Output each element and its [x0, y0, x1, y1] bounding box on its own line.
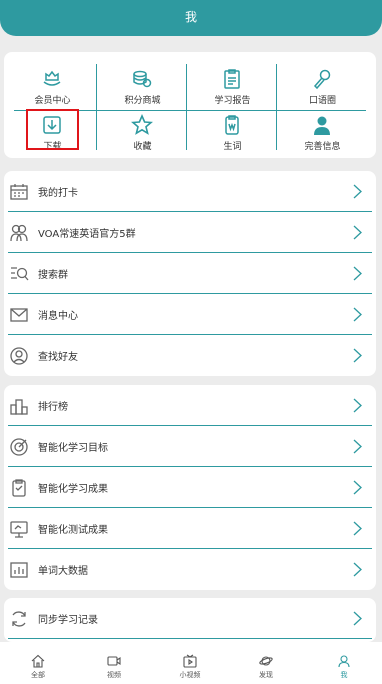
grid-item-label: 生词 [223, 142, 242, 152]
list-section-sync: 同步学习记录 [4, 598, 376, 642]
download-highlight-box [26, 109, 79, 150]
video-icon [107, 656, 121, 666]
list-item-sync-record[interactable]: 同步学习记录 [4, 598, 376, 639]
monitor-icon [10, 521, 28, 538]
list-item-label: 搜索群 [38, 270, 68, 281]
chevron-right-icon [353, 266, 362, 281]
home-icon [31, 654, 45, 668]
tab-short-video[interactable]: 小视频 [152, 642, 228, 684]
list-item-smart-test-result[interactable]: 智能化测试成果 [4, 508, 376, 549]
list-item-label: 排行榜 [38, 402, 68, 413]
find-friend-icon [10, 347, 28, 365]
grid-item-label: 积分商城 [124, 96, 161, 106]
list-section-smart-learning: 排行榜 智能化学习目标 智能化学习成果 智能化测试成果 单词大数据 [4, 385, 376, 590]
chevron-right-icon [353, 611, 362, 626]
chevron-right-icon [353, 480, 362, 495]
grid-item-label: 学习报告 [214, 96, 251, 106]
bottom-tab-bar: 全部 视频 小视频 发现 我 [0, 642, 382, 684]
grid-item-study-report[interactable]: 学习报告 [188, 66, 277, 110]
grid-item-label: 完善信息 [304, 142, 341, 152]
list-section-social: 我的打卡 VOA常速英语官方5群 搜索群 消息中心 查找好友 [4, 171, 376, 376]
crown-hand-icon [43, 70, 61, 86]
list-item-word-big-data[interactable]: 单词大数据 [4, 549, 376, 590]
list-item-label: 智能化学习目标 [38, 443, 108, 454]
page-title: 我 [184, 10, 197, 24]
report-icon [224, 69, 240, 89]
grid-item-points-mall[interactable]: 积分商城 [98, 66, 187, 110]
grid-item-complete-profile[interactable]: 完善信息 [278, 112, 367, 156]
list-item-label: 智能化测试成果 [38, 525, 108, 536]
tab-label: 视频 [107, 671, 121, 679]
sync-icon [12, 611, 26, 627]
tab-all[interactable]: 全部 [0, 642, 76, 684]
target-icon [10, 438, 28, 456]
tab-discover[interactable]: 发现 [228, 642, 304, 684]
tab-me[interactable]: 我 [306, 642, 382, 684]
row-divider [8, 638, 372, 639]
list-item-find-friends[interactable]: 查找好友 [4, 335, 376, 376]
bar-chart-icon [10, 562, 28, 578]
group-icon [10, 224, 28, 242]
list-item-label: 我的打卡 [38, 188, 78, 199]
list-item-label: 查找好友 [38, 352, 78, 363]
list-item-label: 同步学习记录 [38, 615, 98, 626]
ranking-icon [10, 399, 28, 415]
coins-icon [133, 70, 152, 88]
tab-label: 小视频 [179, 671, 201, 679]
top-header: 我 [0, 0, 382, 36]
tab-label: 全部 [31, 671, 45, 679]
grid-item-speaking-circle[interactable]: 口语圈 [278, 66, 367, 110]
grid-item-member-center[interactable]: 会员中心 [8, 66, 97, 110]
list-item-label: 单词大数据 [38, 566, 88, 577]
list-item-label: 消息中心 [38, 311, 78, 322]
chevron-right-icon [353, 398, 362, 413]
grid-item-label: 口语圈 [308, 96, 336, 106]
grid-item-vocabulary[interactable]: 生词 [188, 112, 277, 156]
list-item-label: VOA常速英语官方5群 [38, 229, 136, 240]
list-item-label: 智能化学习成果 [38, 484, 108, 495]
chevron-right-icon [353, 184, 362, 199]
list-item-smart-goal[interactable]: 智能化学习目标 [4, 426, 376, 467]
calendar-icon [10, 184, 28, 200]
star-icon [131, 114, 153, 135]
list-item-smart-achievement[interactable]: 智能化学习成果 [4, 467, 376, 508]
profile-icon [338, 655, 350, 668]
tab-label: 我 [340, 671, 348, 679]
clipboard-icon [12, 479, 26, 497]
list-item-voa-group[interactable]: VOA常速英语官方5群 [4, 212, 376, 253]
chevron-right-icon [353, 562, 362, 577]
list-item-my-checkin[interactable]: 我的打卡 [4, 171, 376, 212]
chevron-right-icon [353, 348, 362, 363]
chevron-right-icon [353, 307, 362, 322]
vocabulary-icon [225, 115, 239, 135]
search-list-icon [11, 267, 29, 281]
chevron-right-icon [353, 521, 362, 536]
chevron-right-icon [353, 439, 362, 454]
list-item-ranking[interactable]: 排行榜 [4, 385, 376, 426]
tv-icon [183, 654, 197, 668]
chevron-right-icon [353, 225, 362, 240]
list-item-message-center[interactable]: 消息中心 [4, 294, 376, 335]
mail-icon [10, 308, 28, 322]
planet-icon [259, 656, 273, 666]
tab-video[interactable]: 视频 [76, 642, 152, 684]
grid-item-favorites[interactable]: 收藏 [98, 112, 187, 156]
grid-item-label: 会员中心 [34, 96, 71, 106]
user-icon [314, 116, 330, 135]
grid-item-label: 收藏 [133, 142, 152, 152]
microphone-icon [313, 69, 331, 90]
list-item-search-group[interactable]: 搜索群 [4, 253, 376, 294]
tab-label: 发现 [259, 671, 273, 679]
